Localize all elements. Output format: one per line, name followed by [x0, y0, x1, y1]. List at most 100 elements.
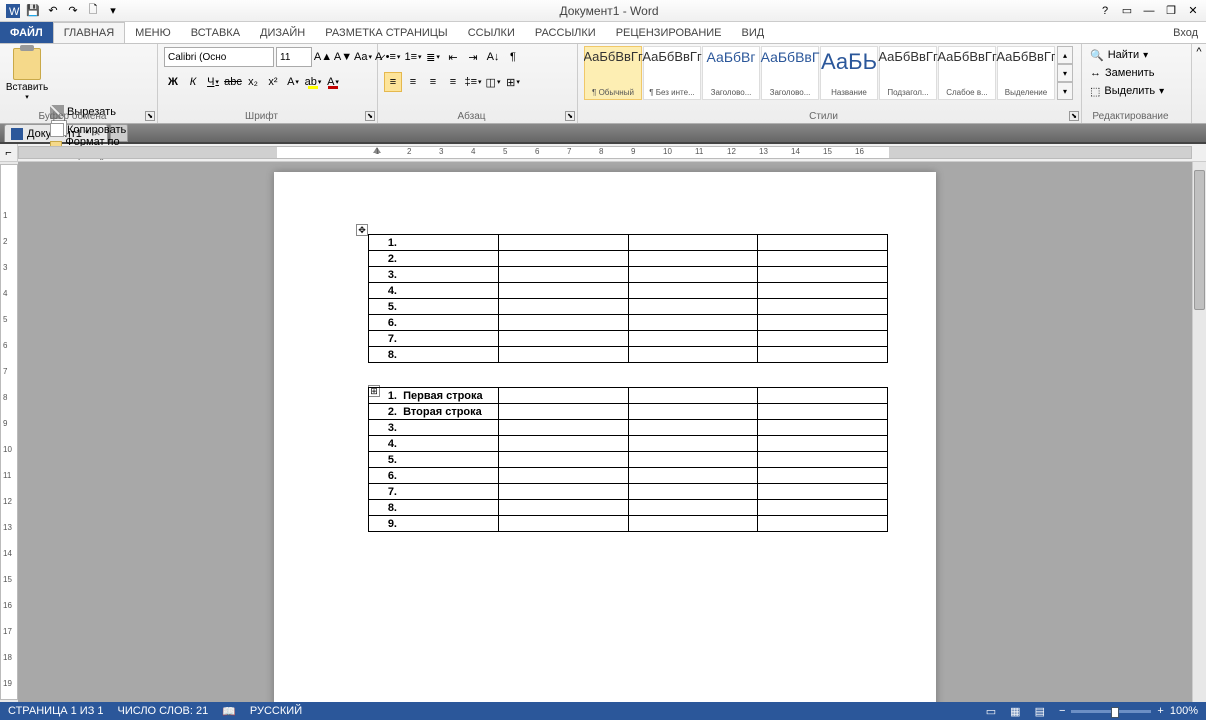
- table-2[interactable]: 1. Первая строка2. Вторая строка3. 4. 5.…: [368, 387, 888, 532]
- gallery-up[interactable]: ▴: [1057, 46, 1073, 64]
- horizontal-ruler[interactable]: 12345678910111213141516: [18, 146, 1192, 159]
- zoom-level[interactable]: 100%: [1170, 705, 1198, 717]
- bold-button[interactable]: Ж: [164, 72, 182, 92]
- tab-layout[interactable]: РАЗМЕТКА СТРАНИЦЫ: [315, 22, 457, 43]
- justify-button[interactable]: ≡: [444, 72, 462, 92]
- scrollbar-thumb[interactable]: [1194, 170, 1205, 310]
- table-1[interactable]: 1. 2. 3. 4. 5. 6. 7. 8.: [368, 234, 888, 363]
- gallery-down[interactable]: ▾: [1057, 64, 1073, 82]
- table-row[interactable]: 2. Вторая строка: [369, 404, 888, 420]
- text-effects-button[interactable]: A: [284, 72, 302, 92]
- table-row[interactable]: 1.: [369, 235, 888, 251]
- align-center-button[interactable]: ≡: [404, 72, 422, 92]
- select-button[interactable]: ⬚Выделить ▾: [1088, 82, 1185, 100]
- table-row[interactable]: 6.: [369, 315, 888, 331]
- tab-refs[interactable]: ССЫЛКИ: [458, 22, 525, 43]
- collapse-ribbon-button[interactable]: ^: [1192, 44, 1206, 123]
- table-row[interactable]: 3.: [369, 420, 888, 436]
- minimize-button[interactable]: —: [1140, 2, 1158, 20]
- style-item[interactable]: АаБбВвГгПодзагол...: [879, 46, 937, 100]
- line-spacing-button[interactable]: ‡≡: [464, 72, 482, 92]
- style-item[interactable]: АаБбВвГг¶ Обычный: [584, 46, 642, 100]
- table-row[interactable]: 8.: [369, 347, 888, 363]
- signin-link[interactable]: Вход: [1165, 22, 1206, 43]
- status-proof-icon[interactable]: 📖: [222, 705, 236, 718]
- table-row[interactable]: 1. Первая строка: [369, 388, 888, 404]
- tab-menu[interactable]: Меню: [125, 22, 181, 43]
- show-marks-button[interactable]: ¶: [504, 47, 522, 67]
- para-launcher[interactable]: ⬊: [565, 111, 575, 121]
- table-row[interactable]: 4.: [369, 436, 888, 452]
- restore-button[interactable]: ❐: [1162, 2, 1180, 20]
- multilevel-button[interactable]: ≣: [424, 47, 442, 67]
- vertical-scrollbar[interactable]: [1192, 162, 1206, 702]
- font-launcher[interactable]: ⬊: [365, 111, 375, 121]
- table-move-handle[interactable]: ✥: [356, 224, 368, 236]
- style-item[interactable]: АаБЬНазвание: [820, 46, 878, 100]
- view-web-button[interactable]: ▤: [1035, 705, 1045, 718]
- table-row[interactable]: 9.: [369, 516, 888, 532]
- underline-button[interactable]: Ч: [204, 72, 222, 92]
- zoom-out-button[interactable]: −: [1059, 705, 1065, 717]
- view-print-button[interactable]: ▦: [1010, 705, 1020, 718]
- italic-button[interactable]: К: [184, 72, 202, 92]
- style-item[interactable]: АаБбВгЗаголово...: [702, 46, 760, 100]
- case-button[interactable]: Aa: [354, 47, 372, 67]
- tab-review[interactable]: РЕЦЕНЗИРОВАНИЕ: [606, 22, 732, 43]
- superscript-button[interactable]: x²: [264, 72, 282, 92]
- view-read-button[interactable]: ▭: [986, 705, 996, 718]
- tab-mail[interactable]: РАССЫЛКИ: [525, 22, 606, 43]
- style-item[interactable]: АаБбВвГЗаголово...: [761, 46, 819, 100]
- save-button[interactable]: 💾: [24, 2, 42, 20]
- shading-button[interactable]: ◫: [484, 72, 502, 92]
- status-words[interactable]: ЧИСЛО СЛОВ: 21: [118, 705, 209, 717]
- font-select[interactable]: [164, 47, 274, 67]
- qat-customize[interactable]: ▾: [104, 2, 122, 20]
- highlight-button[interactable]: ab: [304, 72, 322, 92]
- word-icon[interactable]: W: [4, 2, 22, 20]
- tab-design[interactable]: ДИЗАЙН: [250, 22, 315, 43]
- page[interactable]: ✥ 1. 2. 3. 4. 5. 6. 7. 8. ⊞ 1. Первая ст…: [274, 172, 936, 702]
- grow-font-button[interactable]: A▲: [314, 47, 332, 67]
- style-item[interactable]: АаБбВвГгВыделение: [997, 46, 1055, 100]
- new-button[interactable]: 🗋: [84, 2, 102, 20]
- replace-button[interactable]: ↔Заменить: [1088, 64, 1185, 82]
- gallery-more[interactable]: ▾: [1057, 82, 1073, 100]
- numbering-button[interactable]: 1≡: [404, 47, 422, 67]
- ruler-corner[interactable]: ⌐: [0, 144, 18, 161]
- size-select[interactable]: [276, 47, 312, 67]
- tab-home[interactable]: ГЛАВНАЯ: [53, 22, 125, 43]
- style-item[interactable]: АаБбВвГгСлабое в...: [938, 46, 996, 100]
- table-row[interactable]: 5.: [369, 452, 888, 468]
- table-row[interactable]: 6.: [369, 468, 888, 484]
- document-area[interactable]: ✥ 1. 2. 3. 4. 5. 6. 7. 8. ⊞ 1. Первая ст…: [18, 162, 1192, 702]
- undo-button[interactable]: ↶: [44, 2, 62, 20]
- vertical-ruler[interactable]: 1234567891011121314151617181920: [0, 164, 18, 700]
- clipboard-launcher[interactable]: ⬊: [145, 111, 155, 121]
- outdent-button[interactable]: ⇤: [444, 47, 462, 67]
- align-right-button[interactable]: ≡: [424, 72, 442, 92]
- table-row[interactable]: 3.: [369, 267, 888, 283]
- table-row[interactable]: 4.: [369, 283, 888, 299]
- sort-button[interactable]: A↓: [484, 47, 502, 67]
- zoom-in-button[interactable]: +: [1157, 705, 1163, 717]
- indent-button[interactable]: ⇥: [464, 47, 482, 67]
- table-row[interactable]: 7.: [369, 484, 888, 500]
- borders-button[interactable]: ⊞: [504, 72, 522, 92]
- tab-file[interactable]: ФАЙЛ: [0, 22, 53, 43]
- close-button[interactable]: ✕: [1184, 2, 1202, 20]
- table-row[interactable]: 2.: [369, 251, 888, 267]
- tab-view[interactable]: ВИД: [732, 22, 775, 43]
- status-language[interactable]: РУССКИЙ: [250, 705, 302, 717]
- paste-button[interactable]: Вставить ▾: [6, 46, 48, 101]
- align-left-button[interactable]: ≡: [384, 72, 402, 92]
- strike-button[interactable]: abc: [224, 72, 242, 92]
- table-row[interactable]: 8.: [369, 500, 888, 516]
- subscript-button[interactable]: x₂: [244, 72, 262, 92]
- redo-button[interactable]: ↷: [64, 2, 82, 20]
- find-button[interactable]: 🔍Найти ▾: [1088, 46, 1185, 64]
- status-page[interactable]: СТРАНИЦА 1 ИЗ 1: [8, 705, 104, 717]
- style-item[interactable]: АаБбВвГг¶ Без инте...: [643, 46, 701, 100]
- styles-launcher[interactable]: ⬊: [1069, 111, 1079, 121]
- table-row[interactable]: 5.: [369, 299, 888, 315]
